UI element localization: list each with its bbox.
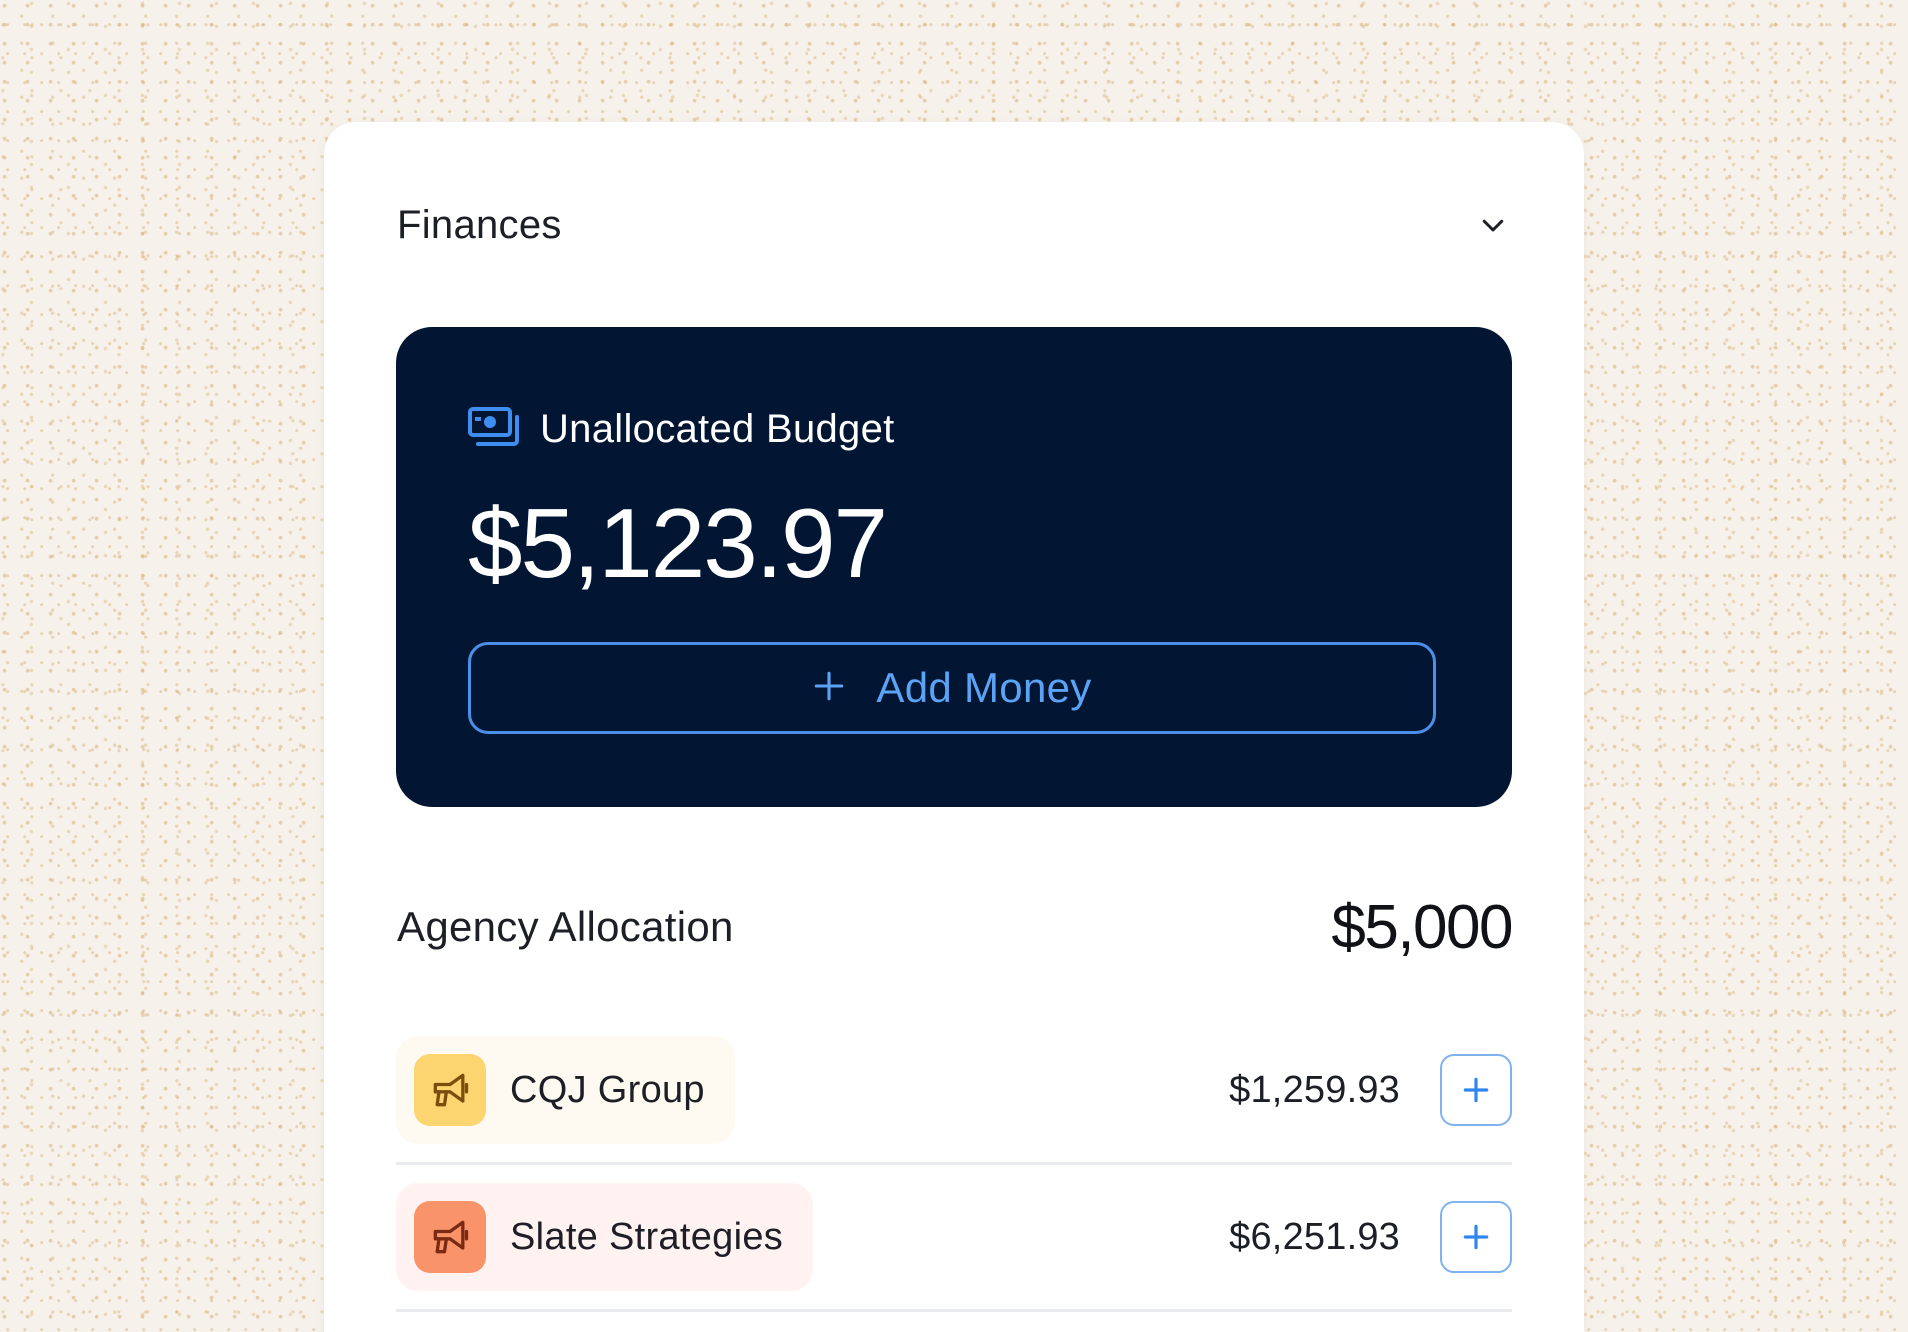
budget-amount: $5,123.97: [468, 488, 888, 598]
add-to-agency-button[interactable]: [1440, 1201, 1512, 1273]
agency-allocation-row: Agency Allocation $5,000: [397, 887, 1513, 967]
finances-header[interactable]: Finances: [397, 200, 1511, 250]
add-money-button[interactable]: Add Money: [468, 642, 1436, 734]
agency-row: CQJ Group $1,259.93: [396, 1036, 1512, 1144]
megaphone-icon: [414, 1054, 486, 1126]
agency-allocation-label: Agency Allocation: [397, 903, 734, 950]
agency-amount: $6,251.93: [1229, 1215, 1400, 1258]
agency-row: Slate Strategies $6,251.93: [396, 1183, 1512, 1291]
agency-amount: $1,259.93: [1229, 1068, 1400, 1111]
finances-title: Finances: [397, 202, 562, 247]
agency-name: Slate Strategies: [510, 1215, 784, 1258]
agency-allocation-total: $5,000: [1331, 892, 1513, 962]
budget-label: Unallocated Budget: [540, 407, 895, 451]
unallocated-budget-panel: Unallocated Budget $5,123.97 Add Money: [396, 327, 1512, 807]
chevron-down-icon[interactable]: [1475, 207, 1511, 243]
budget-label-row: Unallocated Budget: [468, 407, 895, 452]
background-frame: Finances Unallocated Budget $5,123.97 Ad…: [0, 0, 1908, 1332]
agency-chip[interactable]: Slate Strategies: [396, 1183, 814, 1291]
agency-name: CQJ Group: [510, 1068, 705, 1111]
agency-chip[interactable]: CQJ Group: [396, 1036, 735, 1144]
megaphone-icon: [414, 1201, 486, 1273]
row-divider: [396, 1309, 1512, 1312]
plus-icon: [812, 669, 846, 708]
agency-right: $6,251.93: [1229, 1201, 1512, 1273]
agency-right: $1,259.93: [1229, 1054, 1512, 1126]
row-divider: [396, 1162, 1512, 1165]
money-icon: [468, 407, 520, 452]
finances-card: Finances Unallocated Budget $5,123.97 Ad…: [324, 122, 1584, 1332]
add-to-agency-button[interactable]: [1440, 1054, 1512, 1126]
add-money-label: Add Money: [876, 664, 1092, 711]
